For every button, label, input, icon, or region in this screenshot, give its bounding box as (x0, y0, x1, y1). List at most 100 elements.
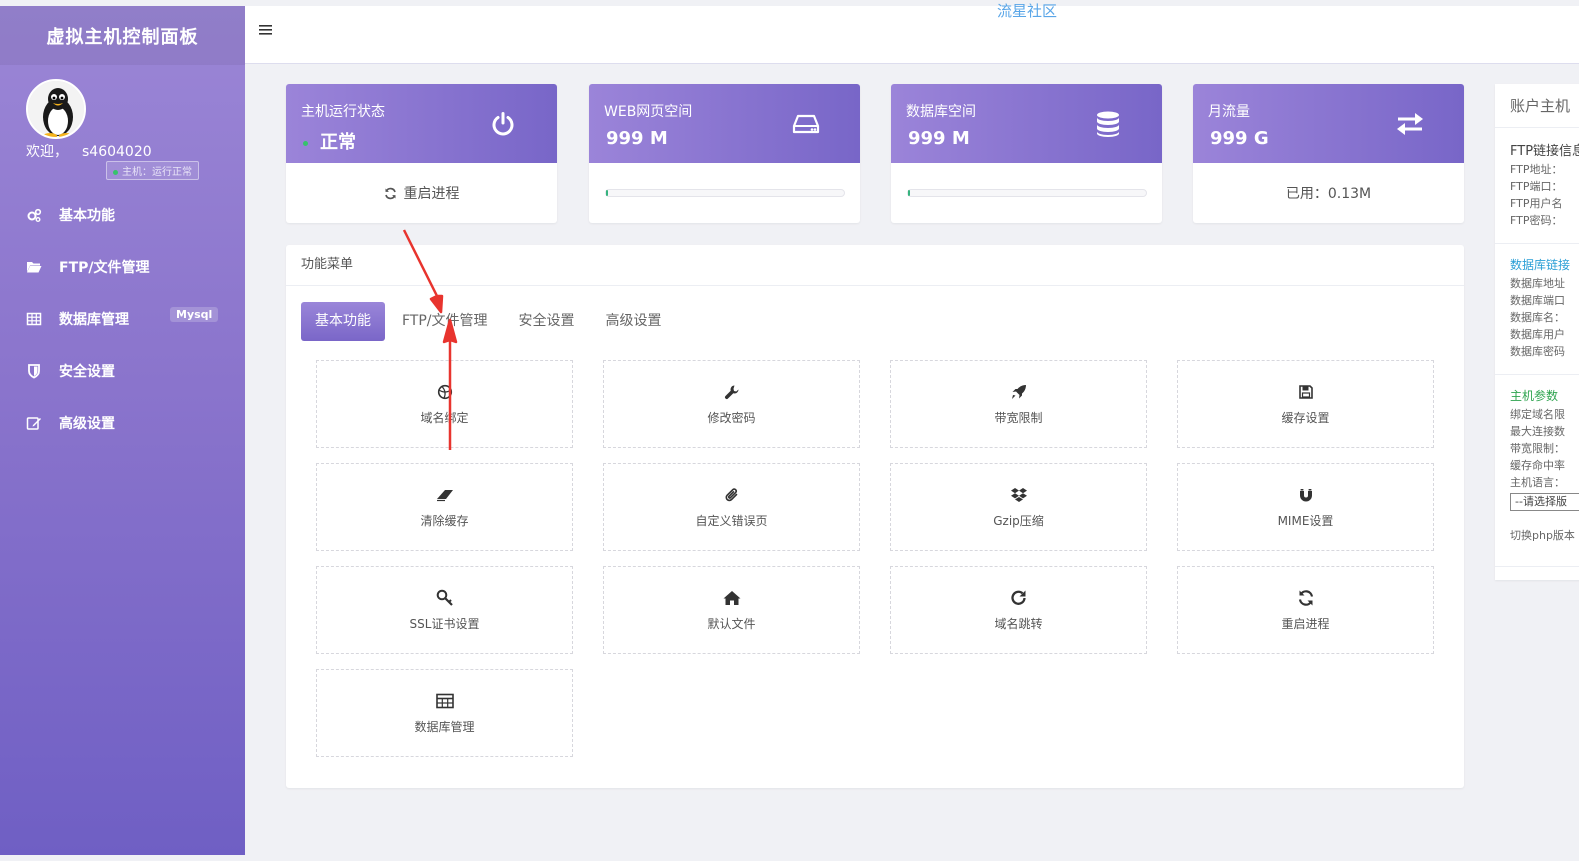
divider (1495, 566, 1579, 567)
penguin-avatar-icon (28, 81, 84, 137)
tile-label: MIME设置 (1277, 513, 1334, 528)
stat-label: 数据库空间 (906, 104, 976, 120)
site-name[interactable]: 流星社区 (997, 0, 1057, 21)
stat-value: 999 M (908, 128, 970, 149)
sidebar-item-label: 安全设置 (59, 364, 115, 380)
gzip-compression-button[interactable]: Gzip压缩 (890, 463, 1147, 551)
sidebar-item-security[interactable]: 安全设置 (0, 345, 245, 397)
dropbox-icon (1010, 486, 1028, 504)
default-file-button[interactable]: 默认文件 (603, 566, 860, 654)
mime-settings-button[interactable]: MIME设置 (1177, 463, 1434, 551)
php-version-select[interactable]: --请选择版 (1510, 493, 1579, 511)
rocket-icon (1010, 383, 1028, 401)
key-icon (436, 589, 454, 607)
ftp-info-section: FTP链接信息 FTP地址： FTP端口： FTP用户名 FTP密码： (1495, 128, 1579, 229)
tile-label: 域名绑定 (420, 410, 469, 425)
power-icon (489, 110, 517, 138)
tile-label: 自定义错误页 (695, 513, 768, 528)
tile-label: 带宽限制 (994, 410, 1043, 425)
welcome-label: 欢迎， (26, 144, 68, 160)
ftp-password-label: FTP密码： (1510, 214, 1563, 227)
db-password-label: 数据库密码 (1510, 345, 1565, 358)
mysql-badge: Mysql (170, 307, 219, 322)
ftp-username-label: FTP用户名 (1510, 197, 1563, 210)
stat-card-monthly-traffic: 月流量 999 G 已用：0.13M (1193, 84, 1464, 223)
host-status-badge: 主机：运行正常 (106, 161, 199, 180)
tile-label: 缓存设置 (1281, 410, 1330, 425)
change-password-button[interactable]: 修改密码 (603, 360, 860, 448)
tile-label: 数据库管理 (414, 719, 475, 734)
stat-label: 月流量 (1208, 104, 1250, 120)
clear-cache-button[interactable]: 清除缓存 (316, 463, 573, 551)
cache-settings-button[interactable]: 缓存设置 (1177, 360, 1434, 448)
tab-security[interactable]: 安全设置 (505, 302, 589, 341)
tile-label: 清除缓存 (420, 513, 469, 528)
globe-icon (436, 383, 454, 401)
redo-icon (1010, 589, 1028, 607)
stat-value: 正常 (303, 128, 356, 154)
sidebar-item-label: 高级设置 (59, 416, 115, 432)
tab-advanced[interactable]: 高级设置 (592, 302, 676, 341)
sidebar-item-ftp[interactable]: FTP/文件管理 (0, 241, 245, 293)
ssl-certificate-button[interactable]: SSL证书设置 (316, 566, 573, 654)
sidebar-nav: 基本功能 FTP/文件管理 数据库管理 Mysql 安全设置 高级设置 (0, 189, 245, 449)
php-switch-label: 切换php版本 (1510, 529, 1575, 542)
user-panel: 欢迎， s4604020 主机：运行正常 (0, 65, 245, 185)
domain-binding-button[interactable]: 域名绑定 (316, 360, 573, 448)
tile-label: 重启进程 (1281, 616, 1330, 631)
restart-process-button[interactable]: 重启进程 (1177, 566, 1434, 654)
tab-ftp[interactable]: FTP/文件管理 (388, 302, 502, 341)
web-space-progress (604, 189, 845, 197)
username: s4604020 (82, 144, 152, 160)
tile-label: SSL证书设置 (409, 616, 480, 631)
stat-label: WEB网页空间 (604, 104, 693, 120)
sidebar-item-advanced[interactable]: 高级设置 (0, 397, 245, 449)
database-management-button[interactable]: 数据库管理 (316, 669, 573, 757)
stat-card-header: 数据库空间 999 M (891, 84, 1162, 163)
db-space-usage (891, 163, 1162, 223)
bandwidth-limit-button[interactable]: 带宽限制 (890, 360, 1147, 448)
max-connections-label: 最大连接数 (1510, 425, 1565, 438)
ftp-address-label: FTP地址： (1510, 163, 1563, 176)
host-status-text: 主机：运行正常 (122, 167, 192, 178)
restart-process-label: 重启进程 (403, 186, 460, 202)
db-port-label: 数据库端口 (1510, 294, 1565, 307)
status-dot-icon (303, 140, 308, 146)
sidebar: 虚拟主机控制面板 欢迎， s4604020 主机：运行正常 基本功能 FTP/文… (0, 6, 245, 855)
account-info-panel: 账户主机 FTP链接信息 FTP地址： FTP端口： FTP用户名 FTP密码：… (1495, 84, 1579, 580)
cache-hit-rate-label: 缓存命中率 (1510, 459, 1565, 472)
exchange-icon (1396, 110, 1424, 138)
restart-process-link[interactable]: 重启进程 (286, 163, 557, 223)
tab-basic[interactable]: 基本功能 (301, 302, 385, 341)
domain-redirect-button[interactable]: 域名跳转 (890, 566, 1147, 654)
stat-value-text: 正常 (320, 132, 356, 153)
sidebar-item-label: 基本功能 (59, 208, 115, 224)
sidebar-item-database[interactable]: 数据库管理 Mysql (0, 293, 245, 345)
stat-card-web-space: WEB网页空间 999 M (589, 84, 860, 223)
custom-error-page-button[interactable]: 自定义错误页 (603, 463, 860, 551)
tile-label: Gzip压缩 (993, 513, 1044, 528)
welcome-text: 欢迎， s4604020 (26, 141, 152, 161)
topbar: 流星社区 (245, 2, 1579, 64)
function-menu-panel: 功能菜单 基本功能 FTP/文件管理 安全设置 高级设置 域名绑定 修改密码 带… (286, 245, 1464, 788)
panel-title: 功能菜单 (286, 245, 1464, 286)
ftp-port-label: FTP端口： (1510, 180, 1563, 193)
hamburger-menu-icon[interactable] (259, 24, 273, 40)
table-icon (26, 311, 42, 327)
refresh-icon (1297, 589, 1315, 607)
stat-value: 999 G (1210, 128, 1269, 149)
stat-label: 主机运行状态 (301, 104, 385, 120)
hdd-icon (792, 110, 820, 138)
account-panel-title: 账户主机 (1495, 84, 1579, 128)
wrench-icon (723, 383, 741, 401)
progress-fill (907, 190, 910, 196)
stat-card-header: WEB网页空间 999 M (589, 84, 860, 163)
stat-card-db-space: 数据库空间 999 M (891, 84, 1162, 223)
refresh-icon (384, 187, 397, 200)
host-params-section: 主机参数 绑定域名限 最大连接数 带宽限制： 缓存命中率 主机语言： --请选择… (1495, 375, 1579, 544)
progress-fill (605, 190, 608, 196)
table-icon (435, 692, 454, 710)
host-params-title: 主机参数 (1510, 389, 1559, 403)
sidebar-item-basic[interactable]: 基本功能 (0, 189, 245, 241)
db-name-label: 数据库名： (1510, 311, 1565, 324)
